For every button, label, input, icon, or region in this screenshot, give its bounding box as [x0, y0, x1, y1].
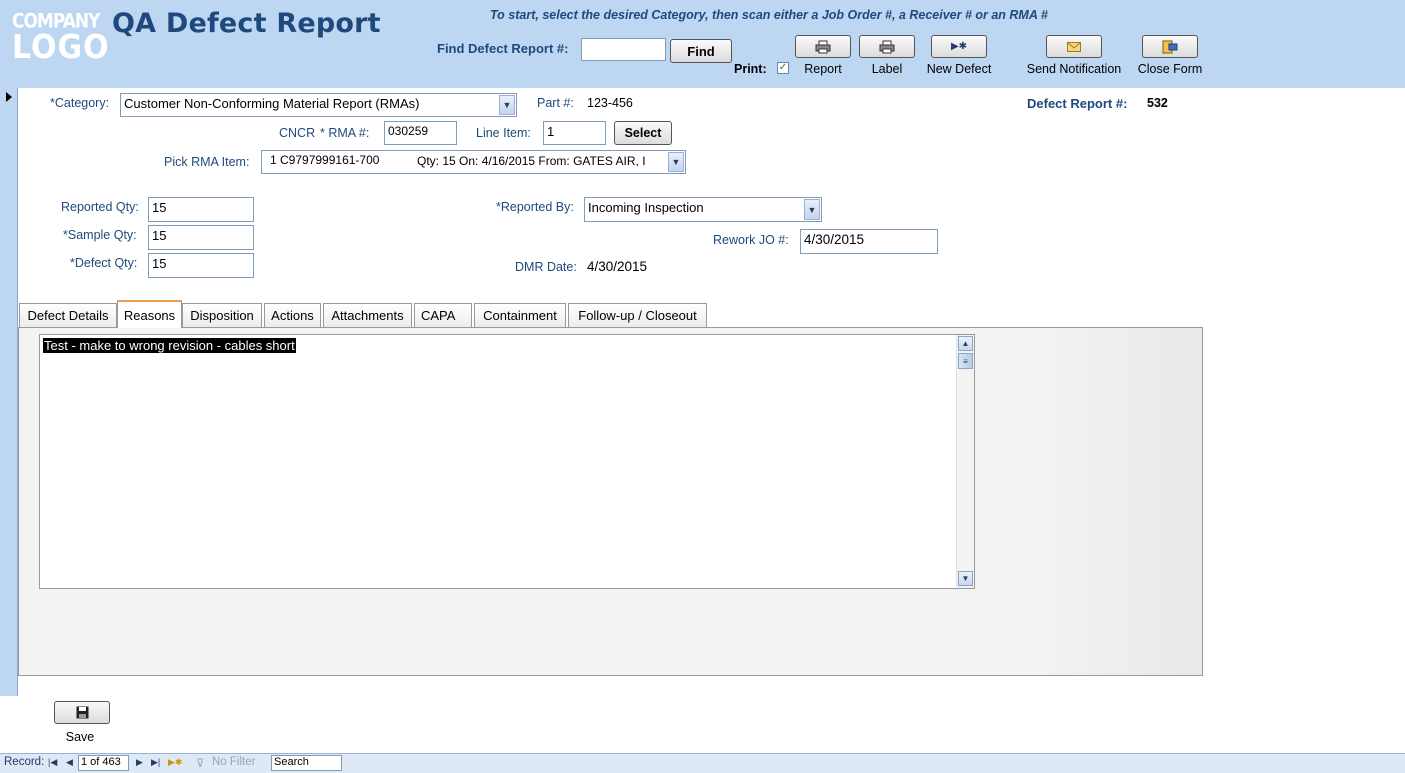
tab-actions[interactable]: Actions	[264, 303, 321, 327]
tab-defect-details[interactable]: Defect Details	[19, 303, 117, 327]
print-checkbox[interactable]: ✓	[777, 62, 789, 74]
next-record-icon[interactable]: ▶	[136, 757, 143, 768]
part-value: 123-456	[587, 96, 633, 110]
find-defect-input[interactable]	[581, 38, 666, 61]
send-notification-label: Send Notification	[1026, 62, 1122, 76]
pick-rma-combo[interactable]: 1 C9797999161-700 Qty: 15 On: 4/16/2015 …	[261, 150, 686, 174]
category-combo[interactable]: Customer Non-Conforming Material Report …	[120, 93, 517, 117]
chevron-down-icon[interactable]: ▼	[668, 152, 684, 172]
reported-by-combo[interactable]: Incoming Inspection ▼	[584, 197, 822, 222]
find-button[interactable]: Find	[670, 39, 732, 63]
record-label: Record:	[4, 756, 45, 768]
sample-qty-label: *Sample Qty:	[63, 228, 137, 242]
defect-qty-label: *Defect Qty:	[70, 256, 138, 270]
record-navigation-bar: Record: |◀ ◀ 1 of 463 ▶ ▶| ▶✱ ⊽ No Filte…	[0, 753, 1405, 773]
reported-by-value: Incoming Inspection	[588, 200, 704, 215]
category-value: Customer Non-Conforming Material Report …	[124, 96, 420, 111]
new-defect-label: New Defect	[926, 62, 992, 76]
printer-icon	[879, 40, 895, 53]
first-record-icon[interactable]: |◀	[48, 757, 57, 768]
category-label: *Category:	[50, 96, 110, 110]
save-label: Save	[65, 730, 95, 744]
defect-report-value: 532	[1147, 96, 1168, 110]
no-filter-label[interactable]: No Filter	[212, 756, 255, 768]
cncr-label: CNCR	[279, 126, 316, 140]
tab-reasons[interactable]: Reasons	[117, 300, 182, 328]
vertical-scrollbar[interactable]: ▲ ≡ ▼	[956, 335, 974, 588]
new-record-nav-icon[interactable]: ▶✱	[168, 757, 182, 768]
reasons-text: Test - make to wrong revision - cables s…	[43, 338, 296, 353]
company-logo: COMPANY LOGO	[12, 10, 110, 67]
dmr-date-value: 4/30/2015	[587, 259, 648, 274]
printer-icon	[815, 40, 831, 53]
close-form-button[interactable]	[1142, 35, 1198, 58]
record-position-input[interactable]: 1 of 463	[78, 755, 129, 771]
chevron-down-icon[interactable]: ▼	[804, 199, 820, 220]
scroll-thumb[interactable]: ≡	[958, 353, 973, 369]
close-form-icon	[1162, 40, 1178, 53]
pick-rma-value: 1 C9797999161-700	[270, 153, 380, 167]
send-notification-button[interactable]	[1046, 35, 1102, 58]
find-label: Find Defect Report #:	[437, 41, 569, 56]
save-button[interactable]	[54, 701, 110, 724]
page-title: QA Defect Report	[112, 8, 381, 39]
tab-follow-up-closeout[interactable]: Follow-up / Closeout	[568, 303, 707, 327]
pick-rma-label: Pick RMA Item:	[164, 155, 250, 169]
search-input[interactable]: Search	[271, 755, 342, 771]
reported-qty-input[interactable]: 15	[148, 197, 254, 222]
rma-input[interactable]: 030259	[384, 121, 457, 145]
last-record-icon[interactable]: ▶|	[151, 757, 160, 768]
sample-qty-input[interactable]: 15	[148, 225, 254, 250]
rework-jo-input[interactable]: 4/30/2015	[800, 229, 938, 254]
part-label: Part #:	[537, 96, 574, 110]
record-selector-bar	[0, 88, 18, 696]
print-label: Print:	[734, 62, 767, 76]
scroll-up-icon[interactable]: ▲	[958, 336, 973, 351]
no-filter-icon[interactable]: ⊽	[196, 756, 204, 770]
reasons-textarea[interactable]: Test - make to wrong revision - cables s…	[39, 334, 975, 589]
previous-record-icon[interactable]: ◀	[66, 757, 73, 768]
record-selector-arrow[interactable]	[0, 88, 18, 106]
report-button[interactable]	[795, 35, 851, 58]
label-label: Label	[871, 62, 903, 76]
reported-by-label: *Reported By:	[496, 200, 574, 214]
scroll-down-icon[interactable]: ▼	[958, 571, 973, 586]
dmr-date-label: DMR Date:	[515, 260, 577, 274]
rework-jo-label: Rework JO #:	[713, 233, 789, 247]
close-form-label: Close Form	[1137, 62, 1203, 76]
rma-label: * RMA #:	[320, 126, 370, 140]
header-bar: COMPANY LOGO QA Defect Report To start, …	[0, 0, 1405, 88]
tab-containment[interactable]: Containment	[474, 303, 566, 327]
chevron-down-icon[interactable]: ▼	[499, 95, 515, 115]
tab-disposition[interactable]: Disposition	[182, 303, 262, 327]
envelope-icon	[1067, 41, 1081, 52]
pick-rma-detail: Qty: 15 On: 4/16/2015 From: GATES AIR, I	[417, 154, 646, 168]
select-button[interactable]: Select	[614, 121, 672, 145]
floppy-disk-icon	[76, 706, 88, 719]
line-item-label: Line Item:	[476, 126, 531, 140]
new-record-icon: ▶✱	[950, 41, 968, 52]
tab-attachments[interactable]: Attachments	[323, 303, 412, 327]
defect-qty-input[interactable]: 15	[148, 253, 254, 278]
tab-capa[interactable]: CAPA	[414, 303, 472, 327]
new-defect-button[interactable]: ▶✱	[931, 35, 987, 58]
label-button[interactable]	[859, 35, 915, 58]
instruction-text: To start, select the desired Category, t…	[490, 8, 1048, 22]
report-label: Report	[804, 62, 842, 76]
defect-report-label: Defect Report #:	[1027, 96, 1128, 111]
line-item-input[interactable]: 1	[543, 121, 606, 145]
reported-qty-label: Reported Qty:	[61, 200, 139, 214]
